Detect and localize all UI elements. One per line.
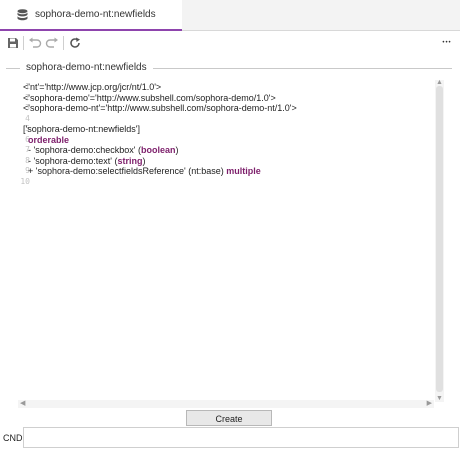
tab-label: sophora-demo-nt:newfields bbox=[35, 9, 156, 20]
code-text: ) bbox=[175, 145, 179, 155]
save-icon bbox=[8, 38, 18, 48]
cnd-label: CND bbox=[3, 433, 23, 443]
scroll-left-icon[interactable]: ◀ bbox=[20, 400, 25, 408]
code-content[interactable]: <'nt'='http://www.jcp.org/jcr/nt/1.0'> <'… bbox=[23, 82, 434, 187]
more-button[interactable]: ••• bbox=[438, 35, 456, 51]
scroll-down-icon[interactable]: ▼ bbox=[436, 395, 443, 403]
toolbar-separator bbox=[23, 36, 24, 50]
undo-button[interactable] bbox=[27, 35, 43, 51]
code-text: <'sophora-demo-nt'='http://www.subshell.… bbox=[23, 103, 297, 113]
code-text: - 'sophora-demo:checkbox' ( bbox=[23, 145, 141, 155]
code-line: + 'sophora-demo:selectfieldsReference' (… bbox=[23, 166, 434, 177]
code-line: <'sophora-demo'='http://www.subshell.com… bbox=[23, 93, 434, 104]
code-text: <'nt'='http://www.jcp.org/jcr/nt/1.0'> bbox=[23, 82, 162, 92]
panel-legend: sophora-demo-nt:newfields bbox=[20, 62, 153, 73]
code-line: - 'sophora-demo:checkbox' (boolean) bbox=[23, 145, 434, 156]
code-text: ['sophora-demo-nt:newfields'] bbox=[23, 124, 140, 134]
code-line: <'sophora-demo-nt'='http://www.subshell.… bbox=[23, 103, 434, 114]
horizontal-scrollbar[interactable]: ◀ ▶ bbox=[18, 400, 434, 408]
code-keyword: boolean bbox=[141, 145, 176, 155]
tab-newfields[interactable]: sophora-demo-nt:newfields bbox=[0, 0, 182, 31]
scroll-right-icon[interactable]: ▶ bbox=[427, 400, 432, 408]
redo-button[interactable] bbox=[44, 35, 60, 51]
redo-icon bbox=[45, 37, 58, 48]
code-text: <'sophora-demo'='http://www.subshell.com… bbox=[23, 92, 276, 103]
code-text: + 'sophora-demo:selectfieldsReference' (… bbox=[23, 166, 227, 176]
save-button[interactable] bbox=[5, 35, 21, 51]
code-keyword: orderable bbox=[28, 134, 70, 145]
toolbar: ••• bbox=[0, 31, 460, 55]
vertical-scrollbar[interactable]: ▲ ▼ bbox=[435, 79, 444, 403]
refresh-button[interactable] bbox=[67, 35, 83, 51]
refresh-icon bbox=[70, 37, 80, 48]
cnd-input[interactable] bbox=[23, 427, 459, 448]
tab-bar: sophora-demo-nt:newfields bbox=[0, 0, 460, 31]
code-keyword: multiple bbox=[226, 166, 261, 176]
code-line: - 'sophora-demo:text' (string) bbox=[23, 156, 434, 167]
toolbar-separator bbox=[63, 36, 64, 50]
code-editor[interactable]: 1 2 3 4 5 6 7 8 9 10 <'nt'='http://www.jcp.org/jc… bbox=[18, 78, 444, 408]
scrollbar-thumb[interactable] bbox=[436, 86, 443, 392]
more-icon: ••• bbox=[442, 40, 452, 46]
code-text: - 'sophora-demo:text' ( bbox=[23, 155, 118, 166]
undo-icon bbox=[29, 37, 42, 48]
code-line: ['sophora-demo-nt:newfields'] bbox=[23, 124, 434, 135]
cnd-row: CND bbox=[0, 426, 460, 450]
database-icon bbox=[17, 9, 28, 21]
code-line: orderable bbox=[23, 135, 434, 146]
code-line: <'nt'='http://www.jcp.org/jcr/nt/1.0'> bbox=[23, 82, 434, 93]
code-text: ) bbox=[142, 155, 146, 166]
create-configuration-button[interactable]: Create configuration bbox=[186, 410, 272, 438]
code-keyword: string bbox=[117, 155, 143, 166]
